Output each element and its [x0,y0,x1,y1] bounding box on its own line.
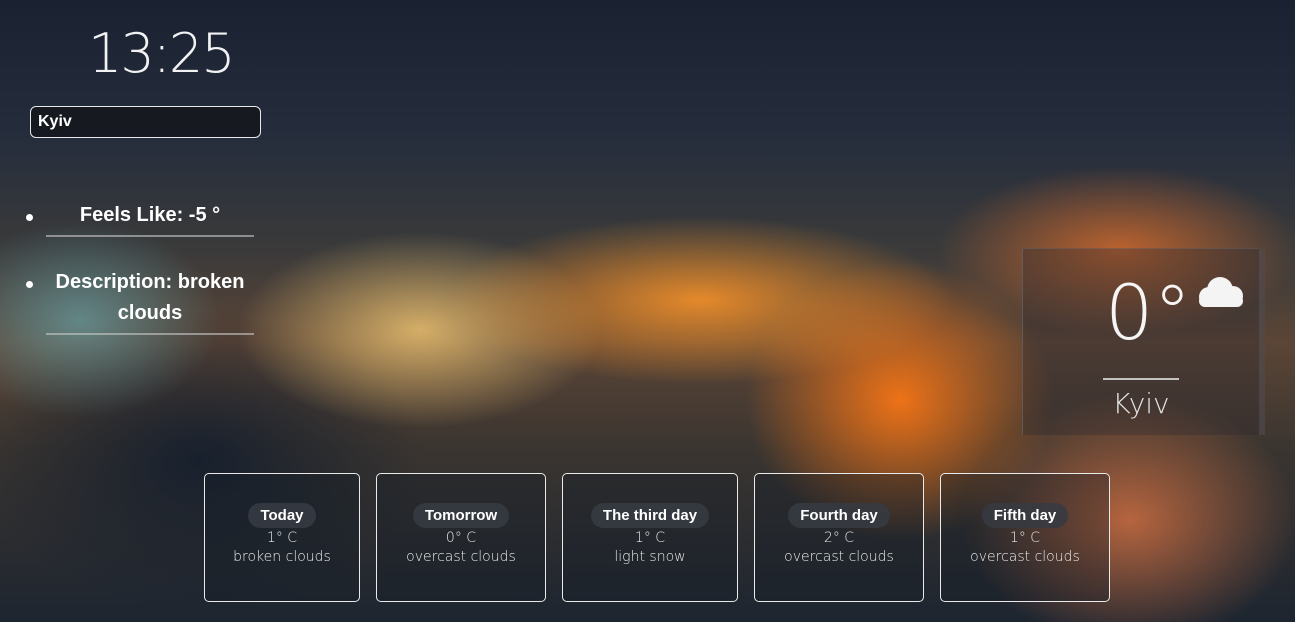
forecast-description: broken clouds [233,549,331,565]
description-item: Description: broken clouds [26,267,254,335]
clock-time: 13:25 [88,22,236,85]
weather-details-list: Feels Like: -5 ° Description: broken clo… [22,200,254,365]
forecast-day-label: The third day [590,503,710,528]
forecast-temperature: 2° C [823,530,855,546]
current-city: Kyiv [1112,387,1170,420]
city-search-input[interactable] [30,106,261,138]
forecast-description: overcast clouds [970,549,1080,565]
forecast-day-label: Tomorrow [412,503,510,528]
forecast-card-fifth-day[interactable]: Fifth day 1° C overcast clouds [940,473,1110,602]
current-divider [1103,378,1179,380]
forecast-temperature: 0° C [445,530,477,546]
forecast-description: overcast clouds [406,549,516,565]
forecast-card-fourth-day[interactable]: Fourth day 2° C overcast clouds [754,473,924,602]
forecast-card-tomorrow[interactable]: Tomorrow 0° C overcast clouds [376,473,546,602]
forecast-card-today[interactable]: Today 1° C broken clouds [204,473,360,602]
cloud-icon [1199,277,1243,307]
feels-like-item: Feels Like: -5 ° [26,200,254,237]
forecast-day-label: Today [248,503,316,528]
forecast-description: light snow [614,549,686,565]
forecast-temperature: 1° C [266,530,298,546]
forecast-day-label: Fifth day [981,503,1069,528]
forecast-day-label: Fourth day [788,503,890,528]
forecast-description: overcast clouds [784,549,894,565]
current-temperature: 0° [1105,268,1192,357]
current-weather-panel: 0° Kyiv [1022,248,1265,435]
forecast-temperature: 1° C [1009,530,1041,546]
forecast-card-third-day[interactable]: The third day 1° C light snow [562,473,738,602]
forecast-temperature: 1° C [634,530,666,546]
